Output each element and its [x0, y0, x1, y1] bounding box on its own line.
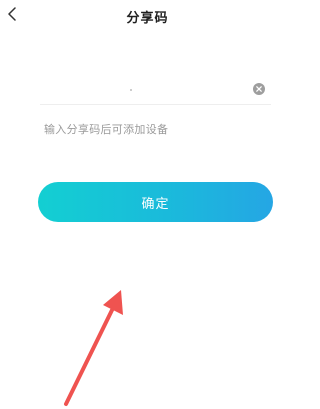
input-cursor-mark: [130, 89, 132, 91]
page-title: 分享码: [126, 11, 169, 26]
top-nav-bar: 分享码: [0, 0, 295, 34]
clear-circle-icon: [253, 83, 265, 95]
clear-input-button[interactable]: [253, 80, 265, 95]
share-code-field: [40, 72, 271, 105]
share-code-hint: 输入分享码后可添加设备: [44, 123, 169, 136]
confirm-button[interactable]: 确定: [38, 182, 273, 222]
share-code-input[interactable]: [40, 76, 240, 100]
